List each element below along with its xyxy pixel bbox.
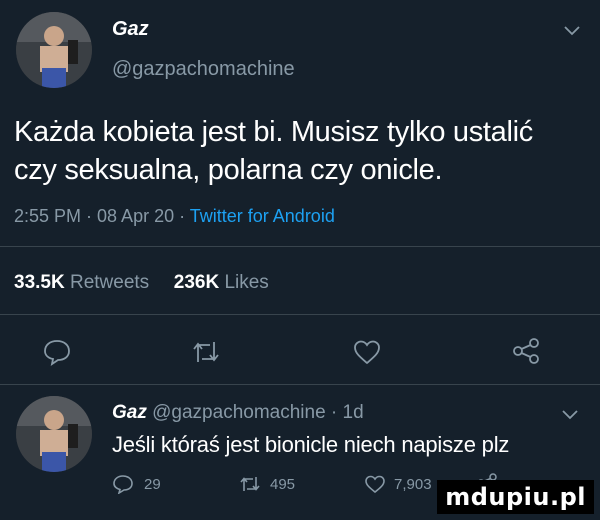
divider — [0, 384, 600, 385]
stats-row: 33.5K Retweets 236K Likes — [14, 272, 269, 294]
share-icon[interactable] — [510, 336, 542, 366]
watermark: mdupiu.pl — [437, 480, 594, 514]
reply-icon[interactable] — [42, 338, 72, 366]
author-handle[interactable]: @gazpachomachine — [112, 58, 295, 81]
tweet-text-line-1: Każda kobieta jest bi. Musisz tylko usta… — [14, 116, 533, 148]
tweet-meta: 2:55 PM · 08 Apr 20 · Twitter for Androi… — [14, 206, 335, 227]
reply-handle-time[interactable]: @gazpachomachine · 1d — [152, 402, 364, 423]
reply-avatar[interactable] — [16, 396, 92, 472]
reply-retweet-count[interactable]: 495 — [270, 476, 295, 493]
author-name[interactable]: Gaz — [112, 18, 149, 41]
reply-reply-icon[interactable] — [112, 474, 134, 494]
source-link[interactable]: Twitter for Android — [190, 206, 335, 226]
divider — [0, 246, 600, 247]
reply-header: Gaz @gazpachomachine · 1d — [112, 402, 364, 424]
chevron-down-icon[interactable] — [564, 26, 580, 36]
reply-reply-count[interactable]: 29 — [144, 476, 161, 493]
timestamp[interactable]: 2:55 PM · 08 Apr 20 · — [14, 206, 190, 226]
divider — [0, 314, 600, 315]
like-icon[interactable] — [352, 338, 382, 366]
reply-like-icon[interactable] — [364, 474, 386, 494]
retweets-count[interactable]: 33.5K — [14, 272, 65, 293]
retweets-label[interactable]: Retweets — [70, 272, 149, 293]
reply-like-count[interactable]: 7,903 — [394, 476, 432, 493]
reply-retweet-icon[interactable] — [238, 474, 262, 494]
avatar[interactable] — [16, 12, 92, 88]
tweet-text-line-2: czy seksualna, polarna czy onicle. — [14, 154, 443, 186]
likes-label[interactable]: Likes — [224, 272, 268, 293]
reply-chevron-down-icon[interactable] — [562, 410, 578, 420]
likes-count[interactable]: 236K — [174, 272, 219, 293]
reply-text: Jeśli któraś jest bionicle niech napisze… — [112, 432, 510, 457]
reply-author-name[interactable]: Gaz — [112, 402, 147, 423]
retweet-icon[interactable] — [190, 338, 222, 366]
